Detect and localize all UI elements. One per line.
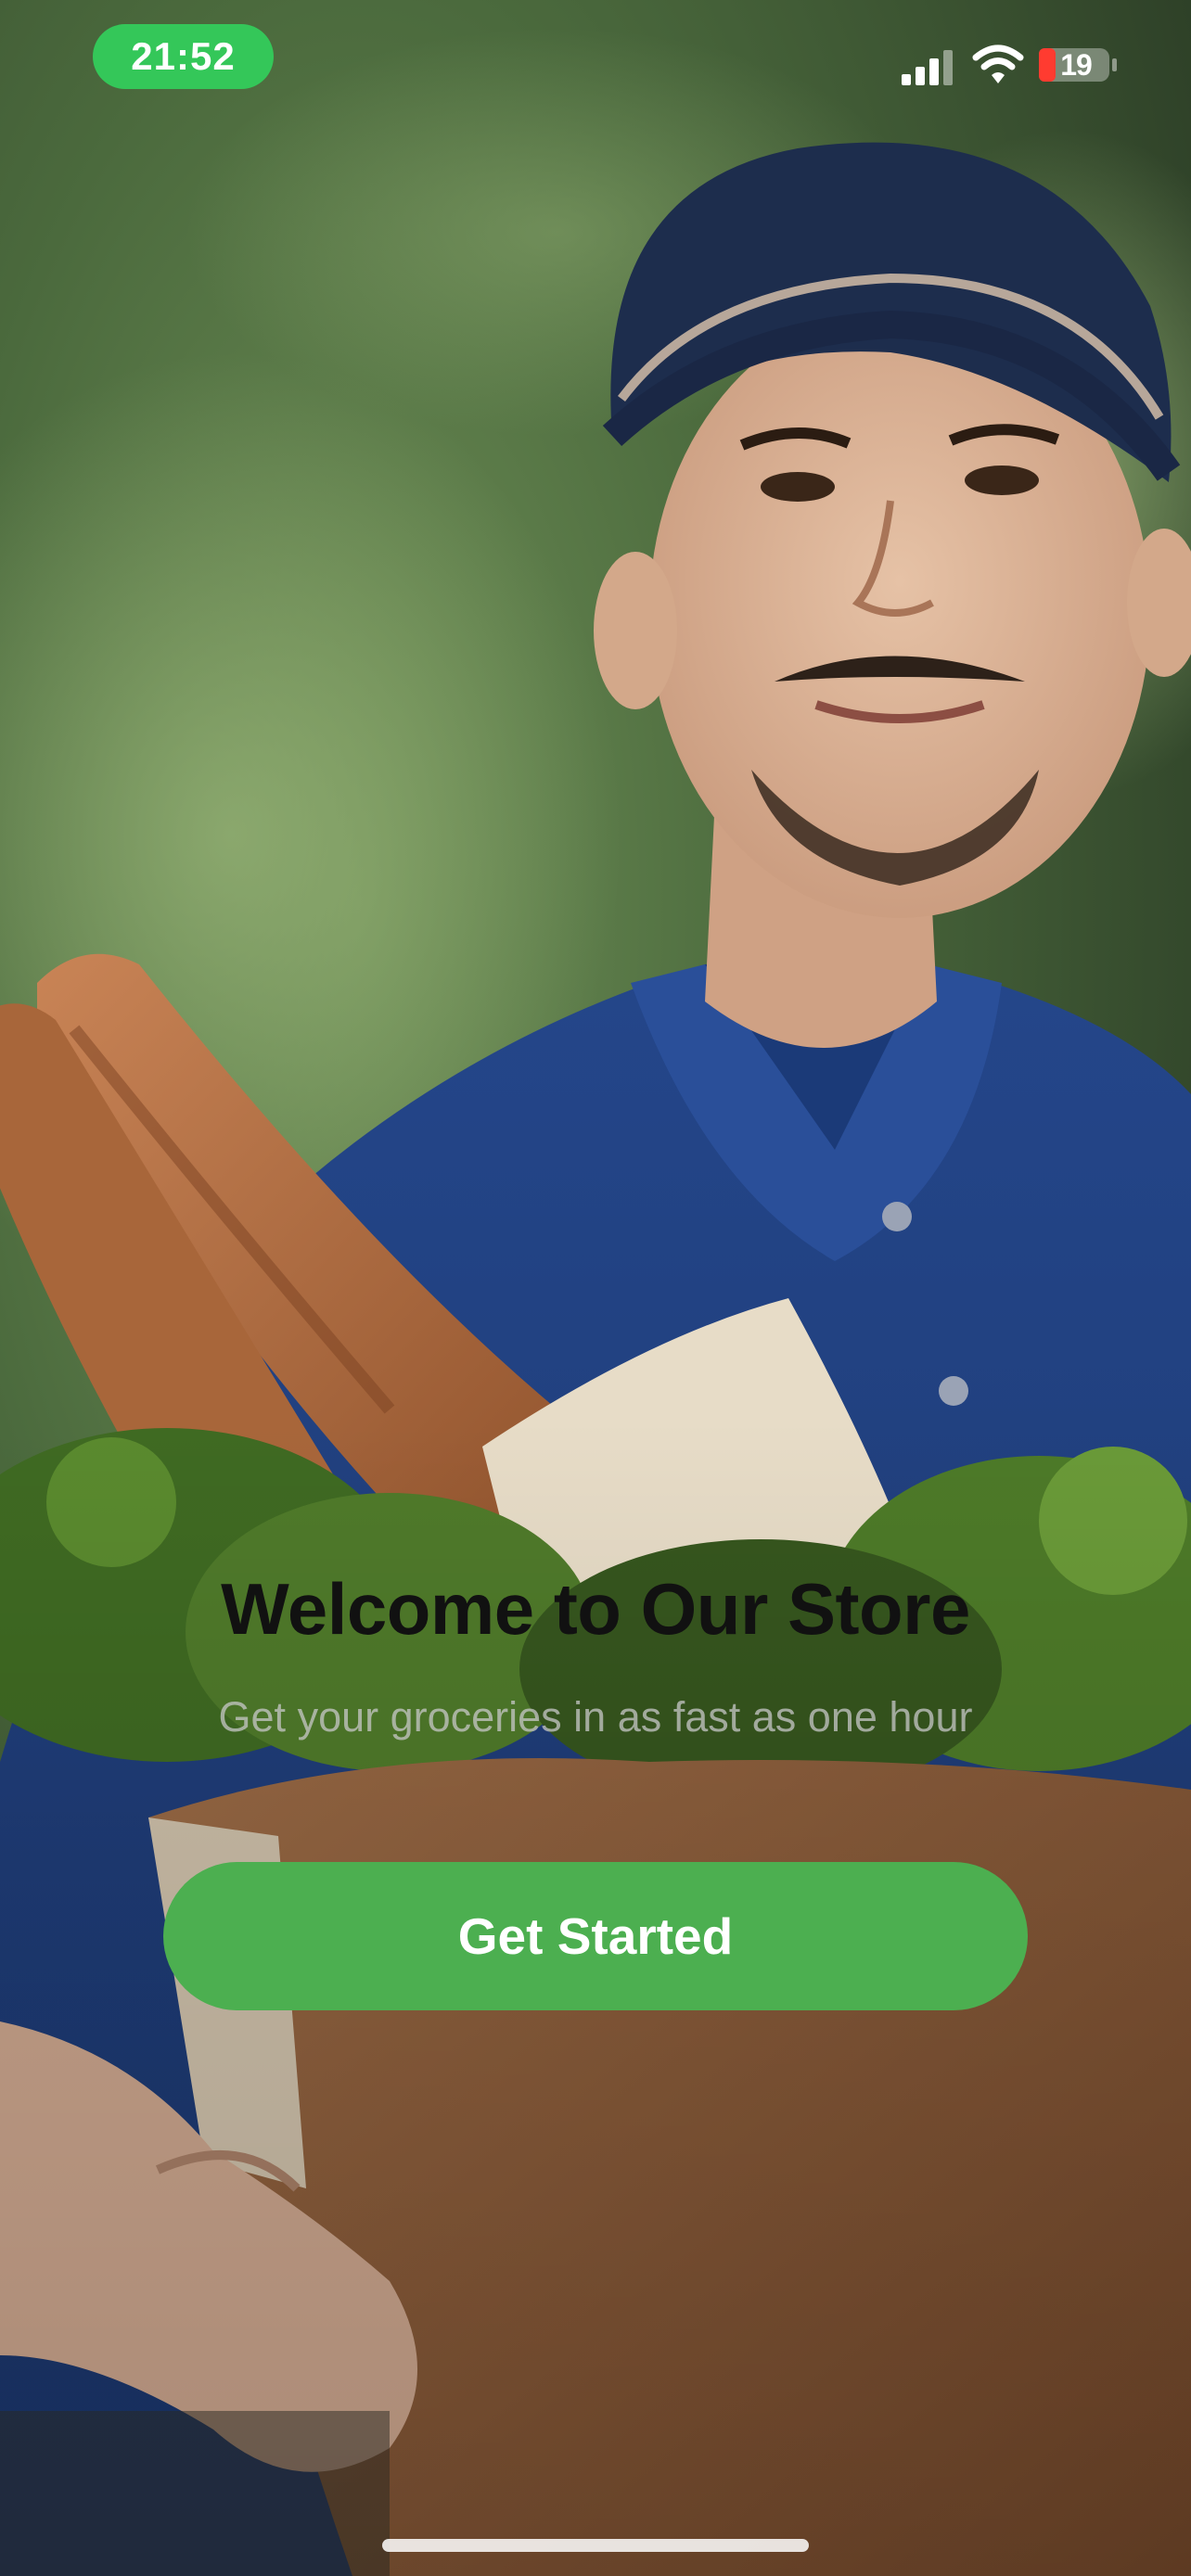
cellular-signal-icon [902,50,953,85]
welcome-title: Welcome to Our Store [221,1568,970,1650]
status-time: 21:52 [93,24,274,89]
hero-image [0,0,1191,2576]
battery-percentage: 19 [1060,47,1093,82]
welcome-subtitle: Get your groceries in as fast as one hou… [218,1693,973,1741]
home-indicator[interactable] [382,2539,809,2552]
status-bar: 21:52 19 [0,0,1191,121]
wifi-icon [972,45,1024,83]
welcome-screen: 21:52 19 Welcome to Our Store Get your g… [0,0,1191,2576]
get-started-button[interactable]: Get Started [163,1862,1028,2010]
